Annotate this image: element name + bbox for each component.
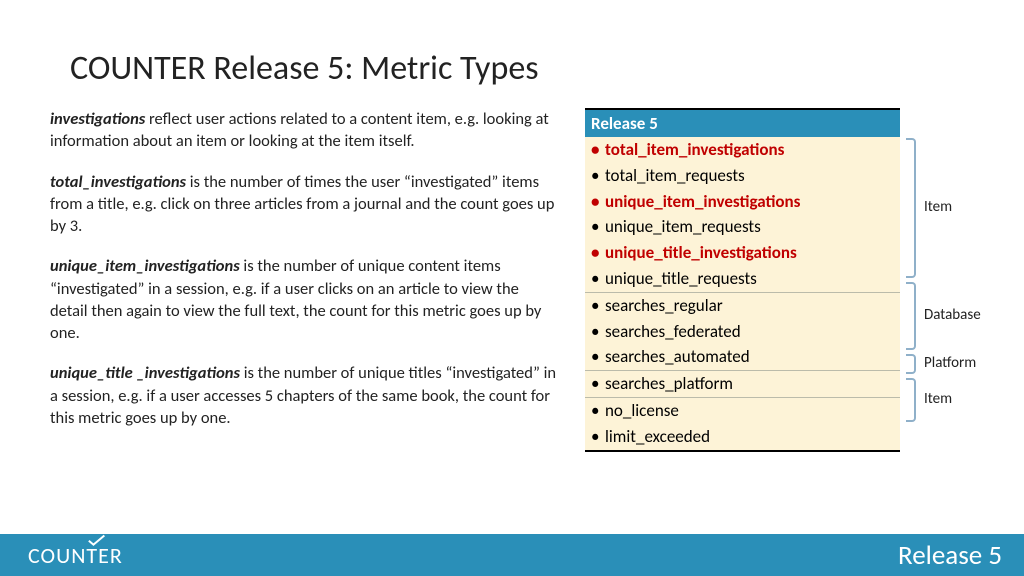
paragraph: unique_title _investigations is the numb… — [50, 362, 560, 429]
group-label: Item — [924, 390, 952, 408]
group-bracket — [906, 282, 916, 350]
table-row: unique_item_investigations — [585, 189, 900, 215]
slide: COUNTER Release 5: Metric Types investig… — [0, 0, 1024, 576]
term: total_investigations — [50, 172, 186, 192]
logo-text: COUNTER — [28, 542, 123, 569]
page-title: COUNTER Release 5: Metric Types — [70, 48, 539, 89]
table-row: searches_regular — [585, 292, 900, 319]
table-row: no_license — [585, 397, 900, 424]
table-row: searches_automated — [585, 344, 900, 370]
table-body: total_item_investigationstotal_item_requ… — [585, 137, 900, 452]
term: unique_item_investigations — [50, 256, 240, 276]
group-bracket — [906, 138, 916, 278]
group-label: Database — [924, 306, 981, 324]
table-row: searches_federated — [585, 319, 900, 345]
table-row: searches_platform — [585, 370, 900, 397]
table-row: total_item_investigations — [585, 137, 900, 163]
body-text: investigations reflect user actions rela… — [50, 108, 560, 447]
paragraph: total_investigations is the number of ti… — [50, 171, 560, 238]
term: unique_title _investigations — [50, 363, 240, 383]
group-label: Platform — [924, 354, 976, 372]
checkmark-icon — [88, 538, 104, 550]
table-row: unique_title_requests — [585, 266, 900, 292]
footer-release-text: Release 5 — [898, 539, 1002, 572]
table-row: unique_title_investigations — [585, 240, 900, 266]
group-bracket — [906, 378, 916, 422]
table-header: Release 5 — [585, 108, 900, 137]
paragraph: investigations reflect user actions rela… — [50, 108, 560, 153]
term: investigations — [50, 109, 145, 129]
counter-logo: COUNTER — [28, 542, 123, 569]
table-row: total_item_requests — [585, 163, 900, 189]
group-label: Item — [924, 198, 952, 216]
metrics-table: Release 5 total_item_investigationstotal… — [585, 108, 900, 452]
footer-bar: COUNTER Release 5 — [0, 534, 1024, 576]
table-row: limit_exceeded — [585, 424, 900, 450]
paragraph: unique_item_investigations is the number… — [50, 255, 560, 344]
table-row: unique_item_requests — [585, 214, 900, 240]
group-bracket — [906, 354, 916, 374]
